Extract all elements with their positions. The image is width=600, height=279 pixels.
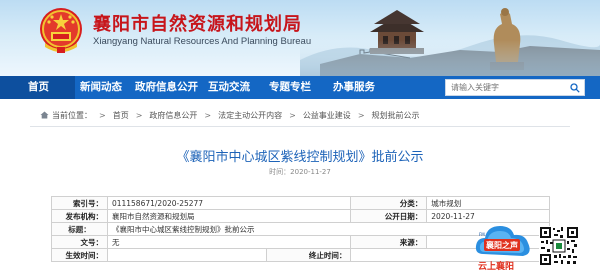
breadcrumb-public-welfare[interactable]: 公益事业建设 (303, 111, 351, 120)
source-label: 来源： (350, 235, 428, 249)
city-wall-scenery-icon (300, 8, 600, 76)
qr-code-icon (539, 226, 579, 266)
breadcrumb-separator: > (135, 111, 143, 120)
breadcrumb-prefix: 当前位置： (52, 111, 92, 120)
index-value: 011158671/2020-25277 (106, 196, 352, 210)
national-emblem-icon (40, 8, 82, 53)
nav-gov-info[interactable]: 政府信息公开 (135, 76, 198, 99)
category-label: 分类： (350, 196, 428, 210)
breadcrumb-gov-info[interactable]: 政府信息公开 (149, 111, 197, 120)
site-title: 襄阳市自然资源和规划局 (93, 14, 302, 35)
doc-number-label: 文号： (51, 235, 108, 249)
search-box (445, 79, 585, 96)
table-row: 索引号： 011158671/2020-25277 分类： 城市规划 (51, 196, 550, 210)
radio-caption[interactable]: 云上襄阳 (478, 259, 514, 272)
breadcrumb-home[interactable]: 首页 (113, 111, 129, 120)
breadcrumb-separator: > (357, 111, 365, 120)
search-icon[interactable] (570, 83, 580, 93)
breadcrumb-separator: > (204, 111, 212, 120)
breadcrumb-statutory[interactable]: 法定主动公开内容 (218, 111, 282, 120)
divider (30, 126, 570, 127)
effective-date-label: 生效时间： (51, 248, 108, 262)
breadcrumb: 当前位置： > 首页 > 政府信息公开 > 法定主动公开内容 > 公益事业建设 > 规划批前公示 (40, 110, 420, 121)
doc-number-value: 无 (106, 235, 352, 249)
nav-news[interactable]: 新闻动态 (80, 76, 122, 99)
effective-date-value (106, 248, 268, 262)
site-subtitle: Xiangyang Natural Resources And Planning… (93, 36, 312, 47)
article-date: 时间：2020-11-27 (269, 168, 331, 176)
radio-badge-text: 襄阳之声 (485, 240, 518, 250)
nav-topics[interactable]: 专题专栏 (269, 76, 311, 99)
expire-date-label: 终止时间： (266, 248, 352, 262)
publisher-value: 襄阳市自然资源和规划局 (106, 209, 352, 223)
breadcrumb-separator: > (99, 111, 106, 120)
nav-services[interactable]: 办事服务 (333, 76, 375, 99)
publisher-label: 发布机构： (51, 209, 108, 223)
nav-interaction[interactable]: 互动交流 (208, 76, 250, 99)
index-label: 索引号： (51, 196, 108, 210)
svg-text:FM: FM (479, 232, 485, 237)
header-banner: 襄阳市自然资源和规划局 Xiangyang Natural Resources … (0, 0, 600, 76)
search-input[interactable] (451, 80, 571, 95)
category-value: 城市规划 (426, 196, 550, 210)
breadcrumb-separator: > (289, 111, 296, 120)
publish-date-label: 公开日期： (350, 209, 428, 223)
home-icon (40, 111, 49, 119)
breadcrumb-planning-notice[interactable]: 规划批前公示 (372, 111, 420, 120)
nav-home[interactable]: 首页 (0, 76, 75, 99)
doc-title-label: 标题： (51, 222, 108, 236)
article-title: 《襄阳市中心城区紫线控制规划》批前公示 (176, 150, 424, 165)
